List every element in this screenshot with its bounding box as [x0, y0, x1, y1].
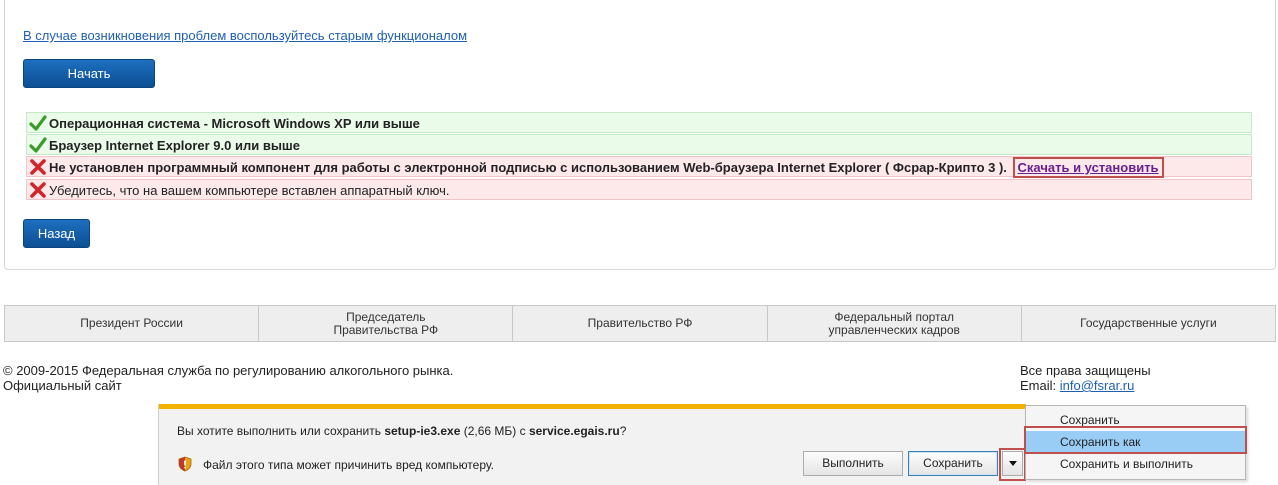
- chevron-down-icon: [1009, 461, 1017, 466]
- download-install-link[interactable]: Скачать и установить: [1018, 160, 1159, 175]
- footer-link-gov-services[interactable]: Государственные услуги: [1021, 306, 1276, 341]
- back-button[interactable]: Назад: [23, 219, 90, 248]
- footer-link-chairman[interactable]: Председатель Правительства РФ: [259, 306, 514, 341]
- check-row-hardware-key: Убедитесь, что на вашем компьютере встав…: [26, 179, 1252, 200]
- question-suffix: ?: [619, 424, 627, 438]
- file-size: (2,66 МБ) с: [463, 424, 526, 438]
- download-link-highlight: Скачать и установить: [1012, 157, 1164, 178]
- check-text: Операционная система - Microsoft Windows…: [49, 116, 420, 131]
- email-line: Email: info@fsrar.ru: [1020, 378, 1151, 393]
- menu-item-save-and-run[interactable]: Сохранить и выполнить: [1026, 453, 1245, 475]
- check-row-browser: Браузер Internet Explorer 9.0 или выше: [26, 134, 1252, 155]
- email-label: Email:: [1020, 378, 1057, 393]
- run-button[interactable]: Выполнить: [803, 451, 903, 476]
- check-text: Браузер Internet Explorer 9.0 или выше: [49, 138, 300, 153]
- footer-links: Президент России Председатель Правительс…: [4, 305, 1276, 342]
- email-link[interactable]: info@fsrar.ru: [1060, 378, 1135, 393]
- start-check-button[interactable]: Начать проверку: [23, 59, 155, 108]
- rights-text: Все права защищены: [1020, 363, 1151, 378]
- cross-icon: [30, 159, 46, 175]
- old-functionality-link[interactable]: В случае возникновения проблем воспользу…: [23, 28, 467, 43]
- security-shield-icon: [178, 456, 192, 472]
- check-text: Убедитесь, что на вашем компьютере встав…: [49, 183, 450, 198]
- menu-item-highlight: [1024, 426, 1247, 454]
- footer-link-government[interactable]: Правительство РФ: [513, 306, 768, 341]
- checkmark-icon: [29, 115, 47, 131]
- notification-stripe: [159, 404, 1026, 409]
- cross-icon: [30, 182, 46, 198]
- download-warning: Файл этого типа может причинить вред ком…: [203, 458, 495, 472]
- footer-link-president[interactable]: Президент России: [5, 306, 260, 341]
- download-question: Вы хотите выполнить или сохранить setup-…: [177, 424, 626, 438]
- check-text: Не установлен программный компонент для …: [49, 160, 1007, 175]
- save-button[interactable]: Сохранить: [908, 451, 998, 476]
- copyright-text: © 2009-2015 Федеральная служба по регули…: [3, 363, 454, 393]
- file-name: setup-ie3.exe: [384, 424, 461, 438]
- rights-block: Все права защищены Email: info@fsrar.ru: [1020, 363, 1151, 393]
- check-row-os: Операционная система - Microsoft Windows…: [26, 112, 1252, 133]
- footer-link-personnel-portal[interactable]: Федеральный портал управленческих кадров: [767, 306, 1022, 341]
- download-site: service.egais.ru: [528, 424, 620, 438]
- question-prefix: Вы хотите выполнить или сохранить: [177, 424, 381, 438]
- check-row-crypto-component: Не установлен программный компонент для …: [26, 156, 1252, 178]
- checkmark-icon: [29, 137, 47, 153]
- save-options-dropdown-button[interactable]: [1002, 451, 1023, 476]
